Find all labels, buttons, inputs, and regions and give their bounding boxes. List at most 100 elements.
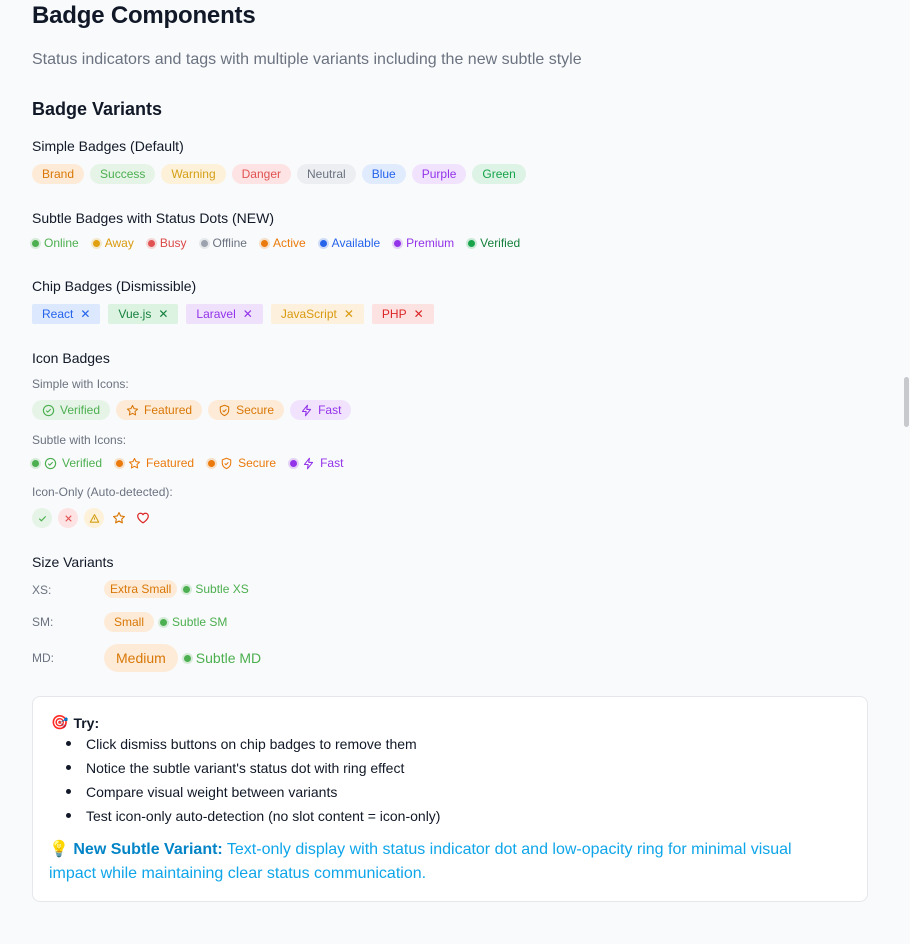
try-callout: 🎯 Try: Click dismiss buttons on chip bad… xyxy=(32,696,868,902)
badge-medium: Medium xyxy=(104,644,178,672)
status-dot xyxy=(468,239,476,247)
subtle-badge-xs: Subtle XS xyxy=(183,582,249,596)
warning-icon xyxy=(84,508,104,528)
icon-badges-title: Icon Badges xyxy=(32,350,110,366)
subtle-icons-label: Subtle with Icons: xyxy=(32,433,127,447)
chip-javascript: JavaScript ✕ xyxy=(270,304,364,324)
subtle-badge-online: Online xyxy=(32,236,79,250)
page-subtitle: Status indicators and tags with multiple… xyxy=(32,51,582,68)
icon-badge-verified: Verified xyxy=(32,400,111,420)
status-dot xyxy=(260,239,268,247)
subtle-badge-offline: Offline xyxy=(200,236,247,250)
badge-success: Success xyxy=(90,164,156,184)
simple-icons-label: Simple with Icons: xyxy=(32,377,129,391)
list-item: Click dismiss buttons on chip badges to … xyxy=(65,735,440,759)
badge-warning: Warning xyxy=(161,164,226,184)
badge-extra-small: Extra Small xyxy=(104,580,178,598)
chip-badges-row: React ✕ Vue.js ✕ Laravel ✕ JavaScript ✕ PHP ✕ xyxy=(32,304,442,324)
badge-small: Small xyxy=(104,612,155,632)
size-row-sm: Small Subtle SM xyxy=(104,612,241,632)
dismiss-icon[interactable]: ✕ xyxy=(158,308,168,320)
subtle-badge-md: Subtle MD xyxy=(183,650,261,666)
list-item: Notice the subtle variant's status dot w… xyxy=(65,759,440,783)
subtle-badge-premium: Premium xyxy=(394,236,454,250)
chip-php: PHP ✕ xyxy=(371,304,434,324)
size-row-xs: Extra Small Subtle XS xyxy=(104,580,263,598)
subtle-variant-note: 💡 New Subtle Variant: Text-only display … xyxy=(49,838,839,886)
status-dot xyxy=(200,239,208,247)
status-dot xyxy=(92,239,100,247)
simple-icon-badges-row: Verified Featured Secure Fast xyxy=(32,400,357,420)
subtle-icon-badges-row: Verified Featured Secure Fast xyxy=(32,456,357,470)
try-heading: 🎯 Try: xyxy=(51,714,100,731)
icon-badge-fast: Fast xyxy=(290,400,352,420)
subtle-badge-busy: Busy xyxy=(147,236,187,250)
bolt-icon xyxy=(302,457,315,470)
star-icon xyxy=(110,509,128,527)
badge-brand: Brand xyxy=(32,164,85,184)
subtle-icon-badge-secure: Secure xyxy=(208,456,276,470)
status-dot xyxy=(160,618,168,626)
badge-neutral: Neutral xyxy=(297,164,356,184)
note-label: New Subtle Variant: xyxy=(73,841,223,858)
status-dot xyxy=(32,459,39,467)
check-circle-icon xyxy=(42,404,55,417)
chip-vuejs: Vue.js ✕ xyxy=(108,304,179,324)
simple-badges-row: Brand Success Warning Danger Neutral Blu… xyxy=(32,164,532,184)
status-dot xyxy=(319,239,327,247)
section-title: Badge Variants xyxy=(32,99,163,119)
status-dot xyxy=(32,239,39,247)
status-dot xyxy=(147,239,155,247)
badge-blue: Blue xyxy=(361,164,406,184)
subtle-badge-available: Available xyxy=(319,236,380,250)
shield-icon xyxy=(220,457,233,470)
icon-badge-featured: Featured xyxy=(116,400,203,420)
page-title: Badge Components xyxy=(32,2,256,29)
subtle-badge-sm: Subtle SM xyxy=(160,615,227,629)
chip-laravel: Laravel ✕ xyxy=(186,304,263,324)
star-icon xyxy=(126,404,139,417)
bolt-icon xyxy=(300,404,313,417)
list-item: Test icon-only auto-detection (no slot c… xyxy=(65,807,440,831)
scrollbar-thumb[interactable] xyxy=(904,377,909,427)
subtle-badge-active: Active xyxy=(260,236,306,250)
subtle-icon-badge-fast: Fast xyxy=(290,456,343,470)
icon-badge-secure: Secure xyxy=(208,400,285,420)
check-circle-icon xyxy=(44,457,57,470)
simple-badges-title: Simple Badges (Default) xyxy=(32,138,184,154)
size-label-sm: SM: xyxy=(32,615,54,629)
lightbulb-icon: 💡 xyxy=(49,841,69,858)
status-dot xyxy=(183,654,191,662)
status-dot xyxy=(116,459,124,467)
dismiss-icon[interactable]: ✕ xyxy=(414,308,424,320)
list-item: Compare visual weight between variants xyxy=(65,783,440,807)
size-row-md: Medium Subtle MD xyxy=(104,644,275,672)
subtle-icon-badge-featured: Featured xyxy=(116,456,194,470)
x-icon xyxy=(58,508,78,528)
chip-badges-title: Chip Badges (Dismissible) xyxy=(32,278,197,294)
size-label-xs: XS: xyxy=(32,583,52,597)
subtle-badges-row: Online Away Busy Offline Active Availabl… xyxy=(32,236,534,250)
subtle-badges-title: Subtle Badges with Status Dots (NEW) xyxy=(32,210,274,226)
size-variants-title: Size Variants xyxy=(32,554,114,570)
status-dot xyxy=(290,459,298,467)
badge-purple: Purple xyxy=(411,164,467,184)
status-dot xyxy=(208,459,216,467)
target-icon: 🎯 xyxy=(51,714,69,730)
status-dot xyxy=(183,585,191,593)
dismiss-icon[interactable]: ✕ xyxy=(344,308,354,320)
subtle-badge-verified: Verified xyxy=(468,236,520,250)
try-list: Click dismiss buttons on chip badges to … xyxy=(65,735,440,831)
icon-only-row xyxy=(32,508,158,528)
dismiss-icon[interactable]: ✕ xyxy=(80,308,90,320)
shield-icon xyxy=(218,404,231,417)
status-dot xyxy=(394,239,402,247)
icon-only-label: Icon-Only (Auto-detected): xyxy=(32,485,173,499)
chip-react: React ✕ xyxy=(32,304,101,324)
check-icon xyxy=(32,508,52,528)
heart-icon xyxy=(134,509,152,527)
dismiss-icon[interactable]: ✕ xyxy=(243,308,253,320)
star-icon xyxy=(128,457,141,470)
size-label-md: MD: xyxy=(32,651,54,665)
subtle-icon-badge-verified: Verified xyxy=(32,456,102,470)
